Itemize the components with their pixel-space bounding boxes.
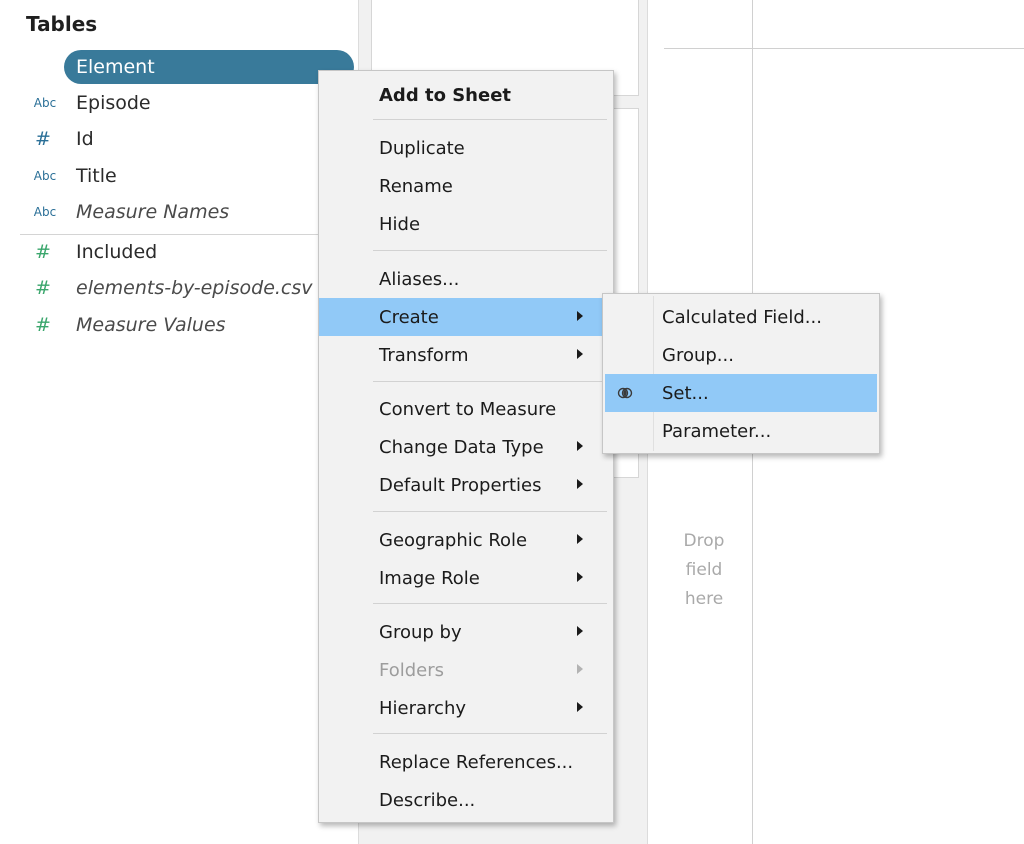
menu-separator bbox=[373, 511, 607, 512]
menu-item-label: Image Role bbox=[379, 568, 480, 589]
menu-item-change-data-type[interactable]: Change Data Type bbox=[319, 428, 613, 466]
number-type-icon: # bbox=[35, 314, 51, 336]
number-type-icon: # bbox=[35, 241, 51, 263]
field-label: Measure Names bbox=[76, 201, 230, 223]
menu-item-label: Replace References... bbox=[379, 752, 574, 773]
string-type-icon: Abc bbox=[33, 96, 57, 110]
field-elements-by-episode-count[interactable]: # elements-by-episode.csv bbox=[0, 271, 357, 305]
menu-item-label: Hierarchy bbox=[379, 698, 467, 719]
field-measure-values[interactable]: # Measure Values bbox=[0, 308, 357, 342]
submenu-arrow-icon bbox=[577, 479, 583, 489]
field-title[interactable]: Abc Title bbox=[0, 159, 357, 193]
field-included[interactable]: # Included bbox=[0, 235, 357, 269]
field-label: Element bbox=[76, 56, 155, 78]
menu-item-group-by[interactable]: Group by bbox=[319, 613, 613, 651]
menu-item-convert-to-measure[interactable]: Convert to Measure bbox=[319, 390, 613, 428]
string-type-icon: Abc bbox=[25, 60, 49, 74]
menu-item-label: Default Properties bbox=[379, 475, 542, 496]
menu-item-hide[interactable]: Hide bbox=[319, 205, 613, 243]
menu-item-label: Group... bbox=[662, 345, 734, 366]
menu-item-folders: Folders bbox=[319, 651, 613, 689]
field-episode[interactable]: Abc Episode bbox=[0, 86, 357, 120]
menu-item-create[interactable]: Create bbox=[319, 298, 613, 336]
submenu-arrow-icon bbox=[577, 311, 583, 321]
string-type-icon: Abc bbox=[33, 169, 57, 183]
menu-separator bbox=[373, 603, 607, 604]
set-icon bbox=[617, 387, 633, 399]
field-label: Measure Values bbox=[76, 314, 226, 336]
field-label: Title bbox=[76, 165, 117, 187]
string-type-icon: Abc bbox=[33, 205, 57, 219]
menu-item-label: Geographic Role bbox=[379, 530, 528, 551]
menu-item-duplicate[interactable]: Duplicate bbox=[319, 129, 613, 167]
submenu-arrow-icon bbox=[577, 441, 583, 451]
menu-item-geographic-role[interactable]: Geographic Role bbox=[319, 521, 613, 559]
submenu-arrow-icon bbox=[577, 664, 583, 674]
menu-item-label: Folders bbox=[379, 660, 445, 681]
number-type-icon: # bbox=[35, 128, 51, 150]
menu-item-label: Duplicate bbox=[379, 138, 465, 159]
menu-item-label: Add to Sheet bbox=[379, 85, 512, 106]
field-context-menu: Add to Sheet Duplicate Rename Hide Alias… bbox=[318, 70, 614, 823]
submenu-item-parameter[interactable]: Parameter... bbox=[605, 412, 877, 450]
menu-item-hierarchy[interactable]: Hierarchy bbox=[319, 689, 613, 727]
menu-separator bbox=[373, 733, 607, 734]
menu-item-label: Hide bbox=[379, 214, 421, 235]
field-id[interactable]: # Id bbox=[0, 122, 357, 156]
field-measure-names[interactable]: Abc Measure Names bbox=[0, 195, 357, 229]
tables-header: Tables bbox=[26, 12, 98, 36]
menu-item-image-role[interactable]: Image Role bbox=[319, 559, 613, 597]
field-label: Episode bbox=[76, 92, 151, 114]
menu-separator bbox=[373, 250, 607, 251]
menu-item-label: Parameter... bbox=[662, 421, 772, 442]
menu-item-default-properties[interactable]: Default Properties bbox=[319, 466, 613, 504]
menu-item-label: Rename bbox=[379, 176, 453, 197]
menu-item-label: Group by bbox=[379, 622, 462, 643]
menu-separator bbox=[373, 119, 607, 120]
menu-item-add-to-sheet[interactable]: Add to Sheet bbox=[319, 76, 613, 114]
submenu-arrow-icon bbox=[577, 702, 583, 712]
menu-item-label: Create bbox=[379, 307, 439, 328]
menu-item-rename[interactable]: Rename bbox=[319, 167, 613, 205]
menu-item-label: Calculated Field... bbox=[662, 307, 822, 328]
submenu-arrow-icon bbox=[577, 534, 583, 544]
menu-item-replace-references[interactable]: Replace References... bbox=[319, 743, 613, 781]
menu-item-describe[interactable]: Describe... bbox=[319, 781, 613, 819]
data-pane: Tables Abc Element Abc Episode # Id Abc … bbox=[0, 0, 357, 844]
menu-item-label: Change Data Type bbox=[379, 437, 544, 458]
submenu-item-calculated-field[interactable]: Calculated Field... bbox=[605, 298, 877, 336]
menu-item-label: Aliases... bbox=[379, 269, 460, 290]
menu-item-aliases[interactable]: Aliases... bbox=[319, 260, 613, 298]
field-label: Included bbox=[76, 241, 158, 263]
submenu-item-group[interactable]: Group... bbox=[605, 336, 877, 374]
field-label: Id bbox=[76, 128, 94, 150]
menu-separator bbox=[373, 381, 607, 382]
view-divider-horizontal bbox=[664, 48, 1024, 49]
menu-item-label: Transform bbox=[379, 345, 469, 366]
submenu-arrow-icon bbox=[577, 349, 583, 359]
submenu-arrow-icon bbox=[577, 572, 583, 582]
field-label: elements-by-episode.csv bbox=[76, 277, 313, 299]
menu-item-label: Describe... bbox=[379, 790, 476, 811]
create-submenu: Calculated Field... Group... Set... Para… bbox=[602, 293, 880, 454]
menu-item-transform[interactable]: Transform bbox=[319, 336, 613, 374]
menu-item-label: Set... bbox=[662, 383, 709, 404]
drop-text-line: Drop bbox=[683, 531, 725, 551]
menu-item-label: Convert to Measure bbox=[379, 399, 557, 420]
drop-field-here-text[interactable]: Drop field here bbox=[665, 527, 743, 614]
field-element[interactable]: Abc Element bbox=[0, 50, 357, 84]
submenu-item-set[interactable]: Set... bbox=[605, 374, 877, 412]
drop-text-line: field bbox=[685, 560, 723, 580]
submenu-arrow-icon bbox=[577, 626, 583, 636]
number-type-icon: # bbox=[35, 277, 51, 299]
drop-text-line: here bbox=[684, 589, 724, 609]
